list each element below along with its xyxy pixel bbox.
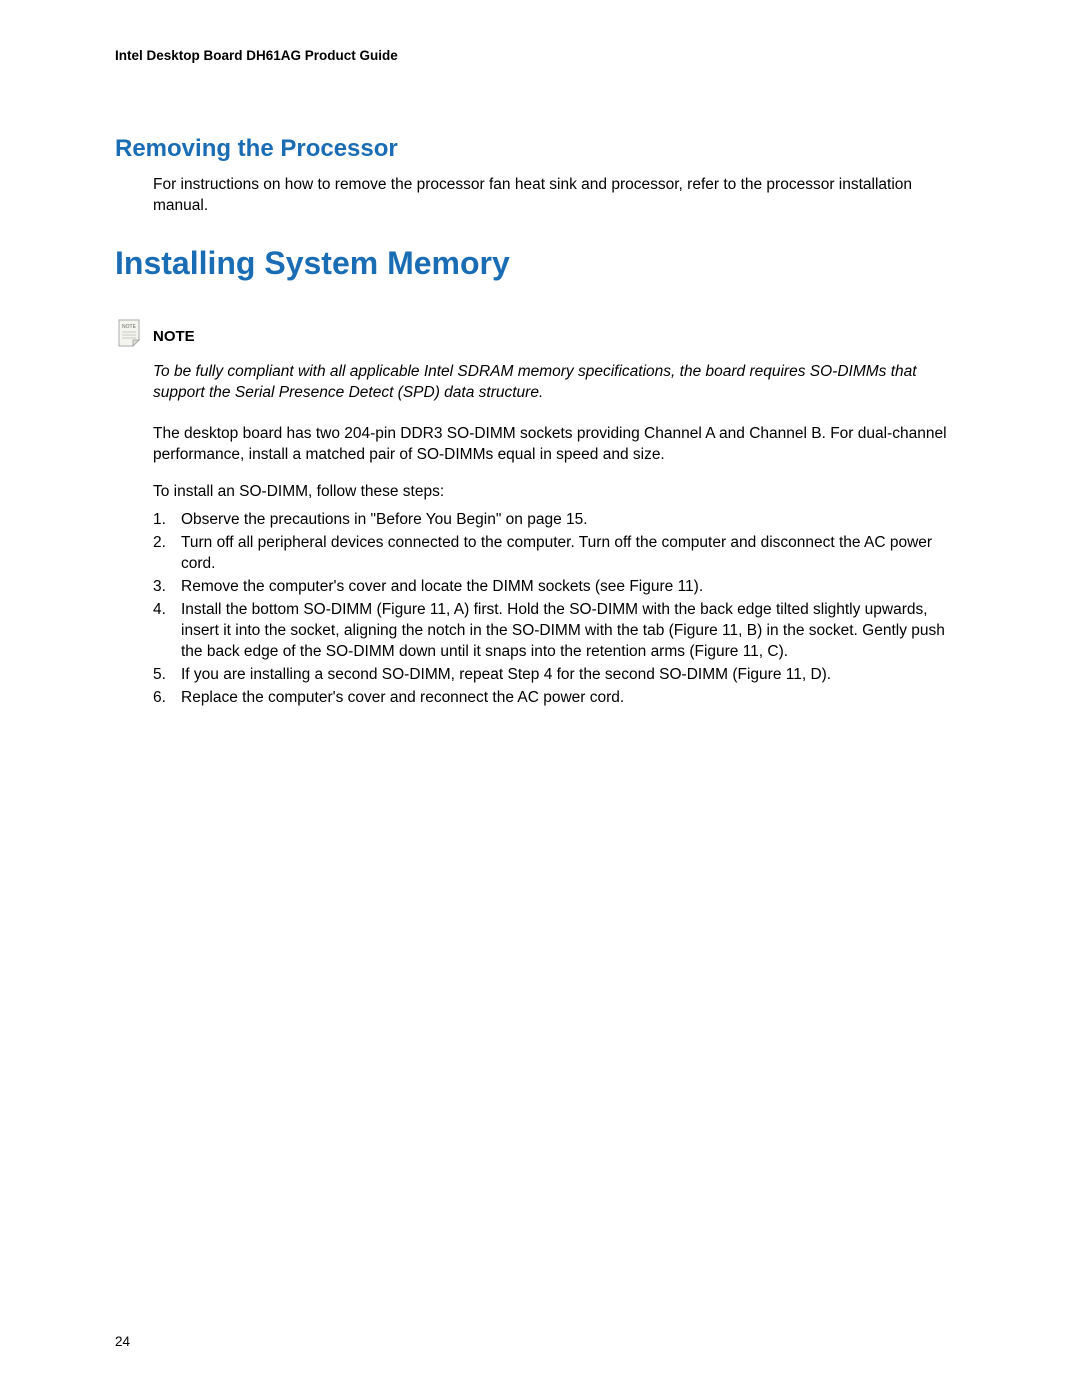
section-heading-removing: Removing the Processor [115,135,965,163]
document-header: Intel Desktop Board DH61AG Product Guide [115,48,965,63]
svg-text:NOTE: NOTE [122,324,137,330]
list-number: 1. [153,510,181,531]
install-steps-list: 1. Observe the precautions in "Before Yo… [153,510,965,708]
section-heading-installing: Installing System Memory [115,245,965,282]
list-item: 5. If you are installing a second SO-DIM… [153,665,965,686]
list-item: 2. Turn off all peripheral devices conne… [153,533,965,575]
section2-para1: The desktop board has two 204-pin DDR3 S… [153,424,965,466]
list-number: 5. [153,665,181,686]
note-body: To be fully compliant with all applicabl… [153,362,965,404]
list-number: 3. [153,577,181,598]
list-item: 1. Observe the precautions in "Before Yo… [153,510,965,531]
section2-para2: To install an SO-DIMM, follow these step… [153,482,965,503]
section1-body: For instructions on how to remove the pr… [153,175,965,217]
list-content: Observe the precautions in "Before You B… [181,510,965,531]
list-content: If you are installing a second SO-DIMM, … [181,665,965,686]
list-item: 3. Remove the computer's cover and locat… [153,577,965,598]
document-page: Intel Desktop Board DH61AG Product Guide… [0,0,1080,759]
list-content: Install the bottom SO-DIMM (Figure 11, A… [181,600,965,663]
list-item: 4. Install the bottom SO-DIMM (Figure 11… [153,600,965,663]
list-content: Replace the computer's cover and reconne… [181,688,965,709]
list-content: Remove the computer's cover and locate t… [181,577,965,598]
note-block: NOTE NOTE [115,318,965,348]
list-content: Turn off all peripheral devices connecte… [181,533,965,575]
list-number: 2. [153,533,181,575]
list-number: 6. [153,688,181,709]
page-number: 24 [115,1334,130,1349]
note-icon: NOTE [115,318,143,348]
note-label: NOTE [153,328,195,345]
list-number: 4. [153,600,181,663]
list-item: 6. Replace the computer's cover and reco… [153,688,965,709]
